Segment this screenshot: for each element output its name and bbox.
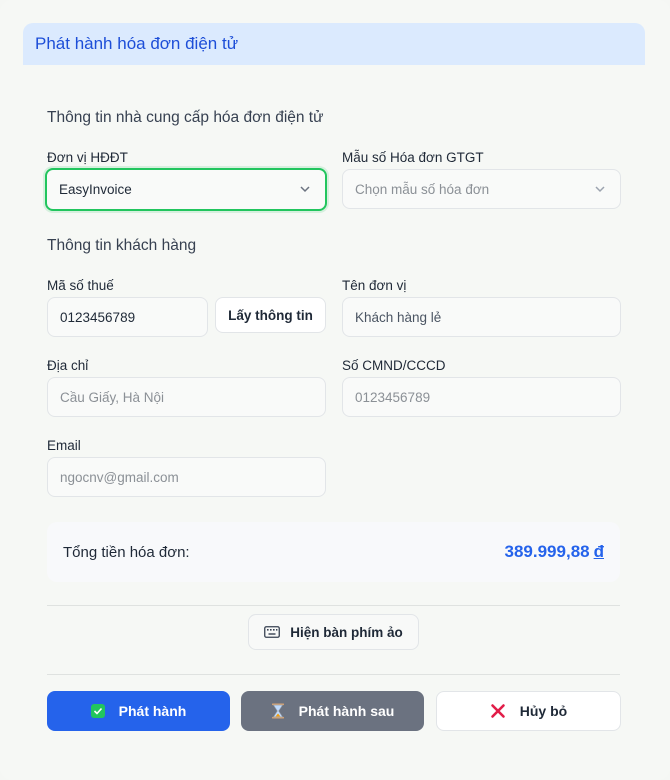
check-icon (90, 704, 105, 718)
total-label: Tổng tiền hóa đơn: (63, 543, 190, 561)
chevron-down-icon (300, 186, 310, 193)
keyboard-icon (264, 626, 281, 638)
unit-select-value: EasyInvoice (59, 182, 132, 197)
email-label: Email (47, 438, 81, 453)
company-name-placeholder: Khách hàng lẻ (355, 309, 442, 325)
id-number-label: Số CMND/CCCD (342, 358, 446, 373)
id-number-placeholder: 0123456789 (355, 389, 431, 405)
cancel-button-label: Hủy bỏ (519, 703, 568, 719)
divider (47, 605, 620, 606)
fetch-info-button[interactable]: Lấy thông tin (215, 297, 326, 333)
total-amount-value: 389.999,88 (504, 542, 590, 561)
customer-section-title: Thông tin khách hàng (47, 237, 197, 254)
issue-button[interactable]: Phát hành (47, 691, 230, 731)
invoice-total-box: Tổng tiền hóa đơn: 389.999,88 đ (47, 522, 620, 582)
total-currency: đ (593, 542, 604, 561)
unit-label: Đơn vị HĐĐT (47, 150, 128, 165)
template-label: Mẫu số Hóa đơn GTGT (342, 150, 484, 165)
template-select-placeholder: Chọn mẫu số hóa đơn (355, 181, 490, 197)
close-icon (490, 704, 505, 718)
virtual-keyboard-button[interactable]: Hiện bàn phím ảo (248, 614, 419, 650)
dialog-header: Phát hành hóa đơn điện tử (23, 23, 645, 65)
address-label: Địa chỉ (47, 358, 89, 373)
total-amount: 389.999,88 đ (505, 542, 604, 562)
template-select[interactable]: Chọn mẫu số hóa đơn (342, 169, 621, 209)
dialog-title: Phát hành hóa đơn điện tử (35, 34, 239, 53)
issue-later-button-label: Phát hành sau (298, 703, 395, 719)
virtual-keyboard-label: Hiện bàn phím ảo (290, 624, 403, 640)
provider-section-title: Thông tin nhà cung cấp hóa đơn điện tử (47, 109, 324, 126)
email-input[interactable]: ngocnv@gmail.com (47, 457, 326, 497)
tax-code-label: Mã số thuế (47, 278, 114, 293)
chevron-down-icon (595, 186, 605, 193)
id-number-input[interactable]: 0123456789 (342, 377, 621, 417)
tax-code-value: 0123456789 (60, 309, 136, 325)
hourglass-icon (271, 703, 284, 719)
unit-select[interactable]: EasyInvoice (45, 168, 327, 211)
issue-button-label: Phát hành (118, 703, 187, 719)
issue-invoice-dialog: Phát hành hóa đơn điện tử Thông tin nhà … (0, 0, 670, 780)
tax-code-input[interactable]: 0123456789 (47, 297, 208, 337)
company-name-input[interactable]: Khách hàng lẻ (342, 297, 621, 337)
email-placeholder: ngocnv@gmail.com (60, 469, 179, 485)
divider (47, 674, 620, 675)
company-name-label: Tên đơn vị (342, 278, 407, 293)
issue-later-button[interactable]: Phát hành sau (241, 691, 424, 731)
cancel-button[interactable]: Hủy bỏ (436, 691, 621, 731)
address-placeholder: Cầu Giấy, Hà Nội (60, 389, 165, 405)
address-input[interactable]: Cầu Giấy, Hà Nội (47, 377, 326, 417)
